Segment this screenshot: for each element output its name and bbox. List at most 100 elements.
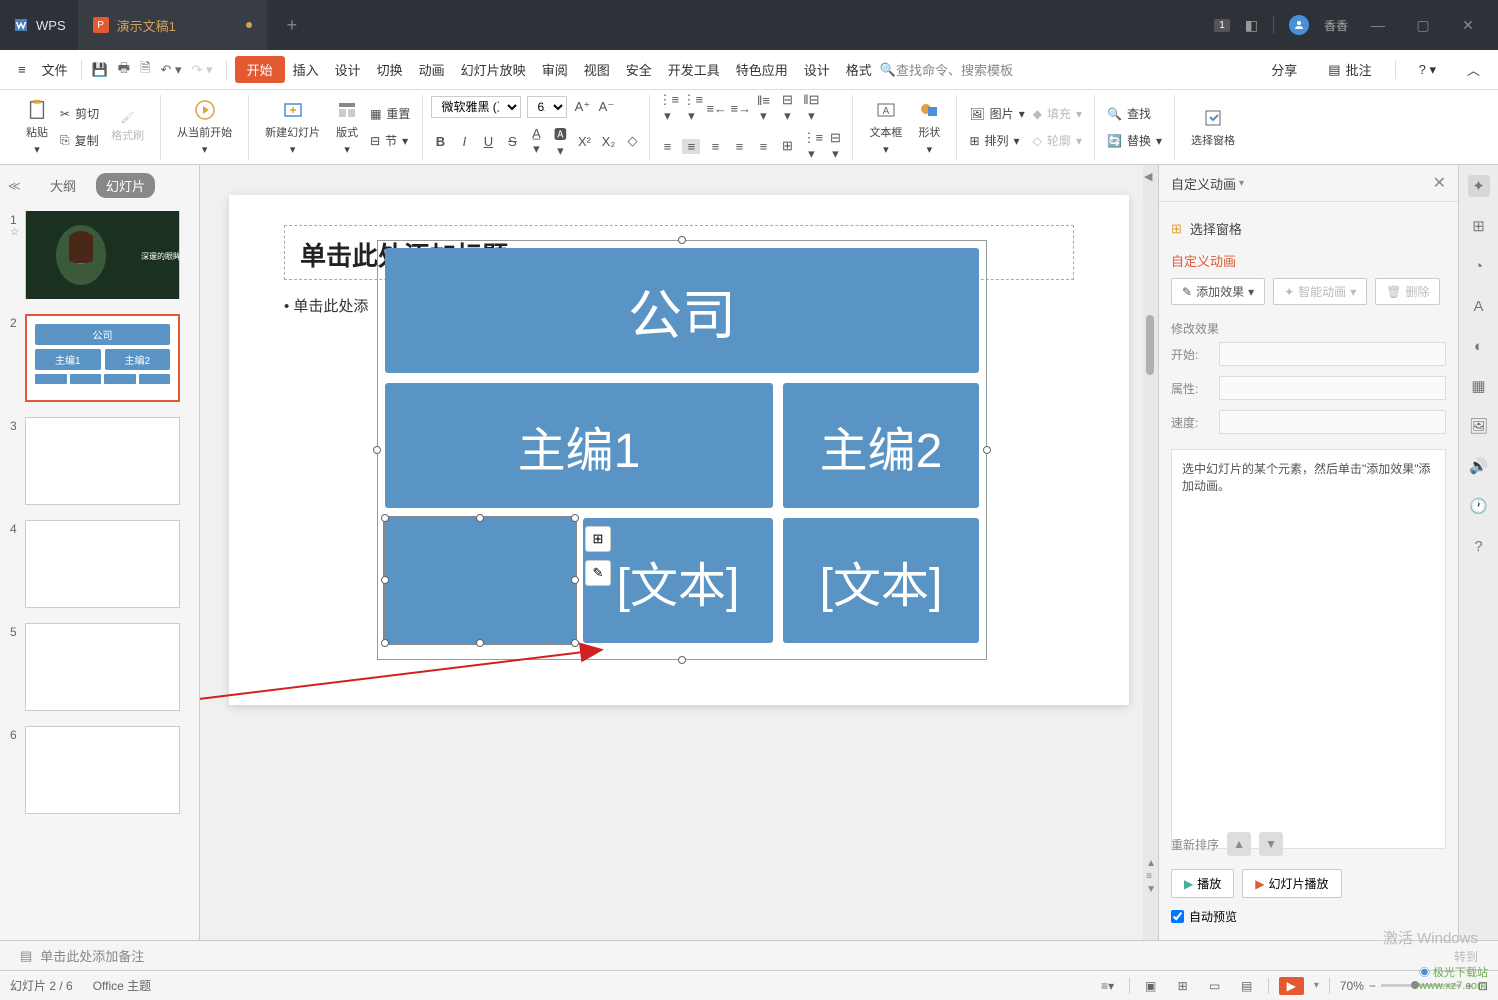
section-button[interactable]: ⊟ 节 ▾	[366, 130, 414, 151]
font-name-select[interactable]: 微软雅黑 (正文	[431, 96, 521, 118]
justify-icon[interactable]: ≡	[730, 139, 748, 154]
resize-handle[interactable]	[571, 639, 579, 647]
tab-animation[interactable]: 动画	[411, 55, 453, 84]
skin-icon[interactable]: ◧	[1245, 17, 1258, 34]
sidebar-shape-icon[interactable]: ◔	[1468, 255, 1490, 277]
thumb-row[interactable]: 2 公司 主编1 主编2	[10, 314, 189, 402]
decrease-indent-icon[interactable]: ≡←	[706, 101, 724, 116]
from-current-button[interactable]: 从当前开始 ▾	[169, 99, 240, 156]
font-color-icon[interactable]: A̲ ▾	[527, 126, 545, 157]
paste-button[interactable]: 粘贴 ▾	[18, 99, 56, 156]
replace-button[interactable]: 🔄 替换 ▾	[1103, 130, 1166, 151]
find-button[interactable]: 🔍 查找	[1103, 103, 1166, 124]
thumb-row[interactable]: 5	[10, 623, 189, 711]
zoom-level[interactable]: 70%	[1340, 979, 1364, 993]
add-effect-button[interactable]: ✎ 添加效果 ▾	[1171, 278, 1265, 305]
subscript-icon[interactable]: X₂	[599, 134, 617, 149]
slide-thumb-6[interactable]	[25, 726, 180, 814]
paragraph-icon[interactable]: ⋮≡ ▾	[802, 130, 820, 162]
tab-insert[interactable]: 插入	[285, 55, 327, 84]
italic-icon[interactable]: I	[455, 134, 473, 149]
increase-font-icon[interactable]: A⁺	[573, 99, 591, 115]
copy-button[interactable]: ⎘ 复制	[56, 130, 103, 151]
resize-handle[interactable]	[983, 446, 991, 454]
select-pane-button[interactable]: 选择窗格	[1183, 107, 1243, 148]
tab-review[interactable]: 审阅	[534, 55, 576, 84]
reading-view-icon[interactable]: ▭	[1204, 977, 1226, 995]
close-pane-icon[interactable]: ✕	[1433, 173, 1446, 193]
prev-slide-icon[interactable]: ▲	[1146, 858, 1156, 869]
thumbnails-list[interactable]: 1☆ 深邃的眼眸 2 公司 主编1 主编2	[0, 206, 199, 940]
sidebar-audio-icon[interactable]: 🔊	[1468, 455, 1490, 477]
auto-preview-checkbox[interactable]	[1171, 910, 1184, 923]
play-slideshow-button[interactable]: ▶	[1279, 977, 1304, 995]
save-icon[interactable]: 💾	[87, 59, 113, 81]
shape-button[interactable]: 形状 ▾	[910, 99, 948, 156]
tab-special[interactable]: 特色应用	[728, 55, 796, 84]
strike-icon[interactable]: S	[503, 134, 521, 149]
resize-handle[interactable]	[381, 639, 389, 647]
org-text-box-selected[interactable]	[385, 518, 575, 643]
play-button[interactable]: ▶播放	[1171, 869, 1234, 898]
smartart-edit-icon[interactable]: ✎	[585, 560, 611, 586]
clear-format-icon[interactable]: ◇	[623, 133, 641, 149]
move-up-icon[interactable]: ▲	[1227, 832, 1251, 856]
user-name[interactable]: 香香	[1324, 17, 1348, 34]
layout-button[interactable]: 版式 ▾	[328, 99, 366, 156]
sidebar-history-icon[interactable]: 🕐	[1468, 495, 1490, 517]
undo-icon[interactable]: ↶ ▾	[156, 59, 187, 81]
pane-collapse-icon[interactable]: ◀	[1144, 170, 1152, 183]
sidebar-image-icon[interactable]: 🖼	[1468, 415, 1490, 437]
resize-handle[interactable]	[571, 576, 579, 584]
smartart-options-icon[interactable]: ⊞	[585, 526, 611, 552]
new-slide-button[interactable]: 新建幻灯片 ▾	[257, 99, 328, 156]
line-spacing-icon[interactable]: ‖≡ ▾	[754, 93, 772, 124]
tab-design[interactable]: 设计	[327, 55, 369, 84]
add-tab-button[interactable]: +	[277, 10, 307, 40]
align-right-icon[interactable]: ≡	[706, 139, 724, 154]
slideshow-button[interactable]: ▶幻灯片播放	[1242, 869, 1341, 898]
resize-handle[interactable]	[678, 656, 686, 664]
speed-select[interactable]	[1219, 410, 1446, 434]
smartart-object[interactable]: 公司 主编1 主编2 [文本] [文本] ⊞ ✎	[377, 240, 987, 660]
slide-canvas[interactable]: 单击此处添加标题 • 单击此处添 公司 主编1 主编2	[229, 195, 1129, 705]
notes-bar[interactable]: ▤ 单击此处添加备注	[0, 940, 1498, 970]
zoom-out-icon[interactable]: −	[1369, 979, 1376, 993]
start-select[interactable]	[1219, 342, 1446, 366]
user-avatar[interactable]	[1289, 15, 1309, 35]
resize-handle[interactable]	[373, 446, 381, 454]
decrease-font-icon[interactable]: A⁻	[597, 99, 615, 115]
document-tab[interactable]: P 演示文稿1	[78, 0, 267, 50]
tab-developer[interactable]: 开发工具	[660, 55, 728, 84]
resize-handle[interactable]	[678, 236, 686, 244]
org-company-box[interactable]: 公司	[385, 248, 979, 373]
redo-icon[interactable]: ↷ ▾	[187, 59, 218, 81]
collapse-panel-icon[interactable]: ≪	[8, 179, 21, 193]
org-editor1-box[interactable]: 主编1	[385, 383, 773, 508]
tab-format[interactable]: 格式	[838, 55, 880, 84]
tab-slideshow[interactable]: 幻灯片放映	[453, 55, 534, 84]
font-size-select[interactable]: 62	[527, 96, 567, 118]
sidebar-object-icon[interactable]: ◐	[1468, 335, 1490, 357]
property-select[interactable]	[1219, 376, 1446, 400]
resize-handle[interactable]	[381, 576, 389, 584]
notification-badge[interactable]: 1	[1214, 19, 1230, 32]
picture-button[interactable]: 🖼 图片 ▾	[965, 103, 1028, 124]
textbox-button[interactable]: A 文本框 ▾	[861, 99, 910, 156]
slide-thumb-3[interactable]	[25, 417, 180, 505]
columns-icon[interactable]: ⊞	[778, 138, 796, 154]
align-text-icon[interactable]: ‖⊟ ▾	[802, 92, 820, 124]
sorter-view-icon[interactable]: ⊞	[1172, 977, 1194, 995]
notes-view-icon[interactable]: ≡▾	[1097, 977, 1119, 995]
tab-design2[interactable]: 设计	[796, 55, 838, 84]
collapse-ribbon-button[interactable]: ︿	[1459, 55, 1488, 84]
print-icon[interactable]: 🖶	[113, 56, 135, 84]
org-text-box[interactable]: [文本]	[583, 518, 773, 643]
scroll-thumb[interactable]	[1146, 315, 1154, 375]
select-pane-link[interactable]: ⊞ 选择窗格	[1171, 214, 1446, 243]
file-menu[interactable]: 文件	[34, 55, 76, 84]
sidebar-animation-icon[interactable]: ✦	[1468, 175, 1490, 197]
resize-handle[interactable]	[381, 514, 389, 522]
comment-view-icon[interactable]: ▤	[1236, 977, 1258, 995]
numbering-icon[interactable]: ⋮≡ ▾	[682, 92, 700, 124]
